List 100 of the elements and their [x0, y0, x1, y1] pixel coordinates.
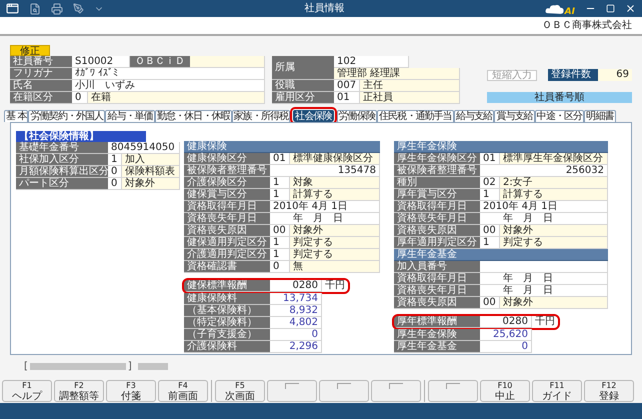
window-title: 社員情報 [304, 2, 344, 16]
function-key[interactable]: F2 調整額等 [54, 380, 104, 402]
field-code[interactable]: 1 [270, 189, 290, 201]
key-slot-icon [389, 383, 403, 389]
field-code[interactable]: 1 [270, 249, 290, 261]
field-value: 標準厚生年金保険区分 [500, 153, 608, 165]
field-value[interactable]: S10002 [72, 56, 130, 68]
close-icon[interactable] [625, 3, 636, 14]
field-value[interactable]: 小川 いずみ [72, 80, 265, 92]
field-code[interactable]: 00 [480, 297, 500, 309]
field-value[interactable]: 年 月 日 [480, 285, 608, 297]
field-code[interactable]: 0 [72, 92, 88, 104]
tab[interactable]: 住民税・通勤手当 [377, 110, 454, 122]
tab[interactable]: 基 本 [4, 110, 28, 122]
field-code[interactable]: 1 [480, 237, 500, 249]
maximize-icon[interactable] [606, 4, 615, 13]
function-key[interactable]: F5 次画面 [215, 380, 265, 402]
search-icon[interactable] [29, 2, 41, 14]
field-value[interactable]: 0280 [480, 316, 532, 328]
key-slot-icon [285, 383, 299, 389]
amount-value: 25,620 [480, 329, 532, 341]
field-code[interactable]: 0 [108, 178, 122, 190]
tab[interactable]: 勤怠・休日・休暇 [154, 110, 232, 122]
field-label: 厚生年金保険 [394, 329, 480, 341]
count-value: 69 [598, 69, 632, 81]
field-code[interactable]: 00 [270, 225, 290, 237]
function-key[interactable]: F1 ヘルプ [2, 380, 52, 402]
field-label: 厚年賞与区分 [394, 189, 480, 201]
field-value[interactable]: 256032 [480, 165, 608, 177]
tab[interactable]: 給与支給 [454, 110, 494, 122]
field-value[interactable]: 0280 [270, 280, 322, 292]
field-label: 基礎年金番号 [16, 142, 108, 154]
pen-icon[interactable] [73, 3, 84, 14]
field-value[interactable]: 102 [334, 56, 409, 68]
tab[interactable]: 給与・単価 [105, 110, 155, 122]
redacted-bar [138, 362, 168, 370]
field-code[interactable]: 1 [270, 237, 290, 249]
field-label: 健保標準報酬 [184, 280, 270, 292]
field-value[interactable]: 2010年 4月 1日 [480, 201, 608, 213]
field-value: 対象 [290, 177, 380, 189]
field-code[interactable]: 007 [334, 80, 360, 92]
tab[interactable]: 社会保険 [293, 110, 334, 122]
field-label: 社保加入区分 [16, 154, 108, 166]
field-code[interactable]: 01 [270, 153, 290, 165]
field-code[interactable]: 0 [108, 166, 122, 178]
tab[interactable]: 労働保険 [336, 110, 378, 122]
tab[interactable]: 明細書 [584, 110, 616, 122]
field-value[interactable]: 135478 [270, 165, 380, 177]
field-value: 管理部 経理課 [334, 68, 460, 80]
mode-tag: 修正 [10, 45, 50, 56]
field-code[interactable]: 1 [108, 154, 122, 166]
field-label: 介護適用判定区分 [184, 249, 270, 261]
field-value[interactable]: 年 月 日 [480, 273, 608, 285]
window-icon[interactable] [6, 2, 19, 15]
field-value: 対象外 [122, 178, 180, 190]
field-value[interactable]: 年 月 日 [270, 213, 380, 225]
section-header: 厚生年金保険 [394, 141, 608, 153]
function-key[interactable]: F11 ガイド [532, 380, 582, 402]
field-label: フリガナ [10, 68, 72, 80]
field-label: 資格喪失年月日 [184, 213, 270, 225]
field-value[interactable] [480, 261, 608, 273]
field-label: 介護保険区分 [184, 177, 270, 189]
field-code[interactable]: 01 [480, 153, 500, 165]
field-value[interactable]: 2010年 4月 1日 [270, 201, 380, 213]
input-field[interactable] [190, 56, 265, 68]
tab[interactable]: 家族・所得税 [232, 110, 290, 122]
field-value[interactable]: ｵｶﾞﾜ ｲｽﾞﾐ [72, 68, 265, 80]
amount-value: 4,802 [270, 317, 322, 329]
field-label: 資格取得年月日 [394, 201, 480, 213]
field-label: （子育支援金） [184, 329, 270, 341]
key-slot-icon [446, 383, 460, 389]
printer-icon[interactable] [51, 2, 63, 14]
field-label: 役職 [272, 80, 334, 92]
field-code[interactable]: 1 [480, 189, 500, 201]
function-key[interactable]: F10 中止 [480, 380, 530, 402]
field-label: 被保険者整理番号 [184, 165, 270, 177]
field-label: （特定保険料） [184, 317, 270, 329]
field-code[interactable]: 0 [270, 261, 290, 273]
field-label: 介護保険料 [184, 341, 270, 353]
field-label: 資格喪失原因 [394, 225, 480, 237]
field-code[interactable]: 02 [480, 177, 500, 189]
field-label: 資格喪失年月日 [394, 285, 480, 297]
field-code[interactable]: 01 [334, 92, 360, 104]
sort-order-bar[interactable]: 社員番号順 [487, 92, 632, 103]
cloud-logo: AI [544, 0, 575, 16]
field-value[interactable]: 8045914050 [108, 142, 180, 154]
field-value: 対象外 [500, 225, 608, 237]
field-label: パート区分 [16, 178, 108, 190]
tab[interactable]: 労働契約・外国人 [28, 110, 106, 122]
tab[interactable]: 中途・区分 [534, 110, 584, 122]
field-label: 健康保険料 [184, 293, 270, 305]
count-label: 登録件数 [548, 69, 598, 81]
field-label: 種別 [394, 177, 480, 189]
function-key[interactable]: F4 前画面 [158, 380, 208, 402]
function-key[interactable]: F3 付箋 [106, 380, 156, 402]
function-key[interactable]: F12 登録 [584, 380, 634, 402]
field-value[interactable]: 年 月 日 [480, 213, 608, 225]
field-code[interactable]: 00 [480, 225, 500, 237]
field-code[interactable]: 1 [270, 177, 290, 189]
tab[interactable]: 賞与支給 [494, 110, 535, 122]
